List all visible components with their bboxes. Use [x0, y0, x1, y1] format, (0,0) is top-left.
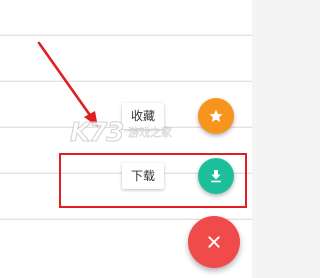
- watermark: K73 游戏之家: [69, 118, 190, 158]
- watermark-subtitle: 游戏之家: [128, 126, 172, 139]
- watermark-logo: K73: [69, 118, 124, 149]
